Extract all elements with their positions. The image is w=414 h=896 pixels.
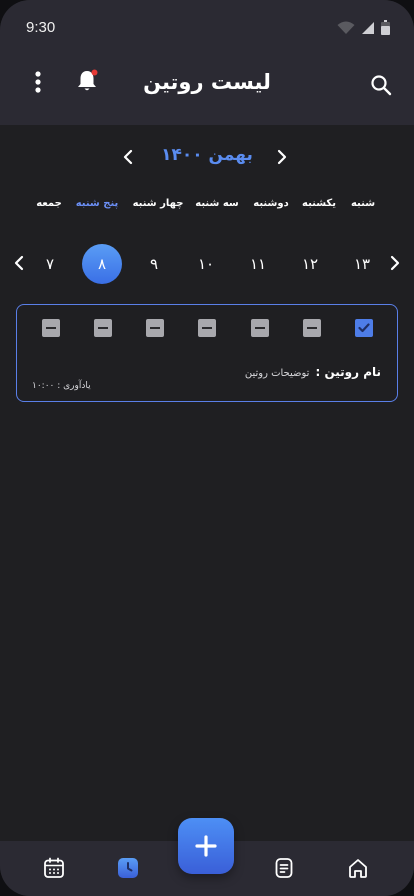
calendar-icon xyxy=(44,857,64,878)
day-cell[interactable]: ۱۲ xyxy=(290,244,330,284)
month-label: بهمن ۱۴۰۰ xyxy=(161,145,253,165)
weekday-label: سه شنبه xyxy=(195,198,239,209)
weekday-label-active: پنج شنبه xyxy=(75,198,119,209)
top-app-bar: 9:30 لیست روتین xyxy=(0,0,414,125)
day-cell-selected[interactable]: ۸ xyxy=(82,244,122,284)
day-checkbox-indeterminate[interactable] xyxy=(198,319,216,337)
status-icons xyxy=(337,20,390,35)
app-screen: 9:30 لیست روتین بهمن ۱۴۰۰ شنبه یکشنبه دو… xyxy=(0,0,414,896)
nav-home-button[interactable] xyxy=(345,855,371,881)
day-cell[interactable]: ۱۱ xyxy=(238,244,278,284)
checkmark-icon xyxy=(358,323,370,333)
day-cell[interactable]: ۱۳ xyxy=(342,244,382,284)
weekday-header: شنبه یکشنبه دوشنبه سه شنبه چهار شنبه پنج… xyxy=(0,198,414,214)
nav-notes-button[interactable] xyxy=(271,855,297,881)
notes-icon xyxy=(275,858,293,878)
weekday-label: یکشنبه xyxy=(302,198,336,209)
day-strip: ۱۳ ۱۲ ۱۱ ۱۰ ۹ ۸ ۷ xyxy=(0,244,414,284)
day-checkbox-indeterminate[interactable] xyxy=(94,319,112,337)
battery-icon xyxy=(381,20,390,35)
routine-description: توضیحات روتین xyxy=(244,368,310,379)
weekday-label: شنبه xyxy=(350,198,376,209)
day-checkbox-indeterminate[interactable] xyxy=(251,319,269,337)
weekday-label: جمعه xyxy=(36,198,62,209)
weekday-label: چهار شنبه xyxy=(132,198,184,209)
next-week-button[interactable] xyxy=(386,250,404,276)
day-checkbox-indeterminate[interactable] xyxy=(146,319,164,337)
clock-icon xyxy=(118,858,138,878)
nav-routines-button-active[interactable] xyxy=(115,855,141,881)
day-checkbox-checked[interactable] xyxy=(355,319,373,337)
home-icon xyxy=(349,859,367,878)
routine-name-label: نام روتین : xyxy=(315,365,381,379)
status-time: 9:30 xyxy=(26,19,56,36)
day-cell[interactable]: ۱۰ xyxy=(186,244,226,284)
add-routine-button[interactable] xyxy=(178,818,234,874)
page-title: لیست روتین xyxy=(143,70,271,94)
day-checkbox-indeterminate[interactable] xyxy=(42,319,60,337)
day-checkbox-indeterminate[interactable] xyxy=(303,319,321,337)
chevron-right-icon xyxy=(390,255,400,271)
month-selector: بهمن ۱۴۰۰ xyxy=(0,142,414,172)
signal-icon xyxy=(362,21,374,34)
nav-calendar-button[interactable] xyxy=(41,855,67,881)
wifi-icon xyxy=(337,21,355,34)
previous-month-button[interactable] xyxy=(272,144,292,170)
search-button[interactable] xyxy=(368,72,394,98)
routine-card[interactable]: نام روتین : توضیحات روتین یادآوری : ۱۰:۰… xyxy=(16,304,398,402)
day-cell[interactable]: ۹ xyxy=(134,244,174,284)
routine-reminder: یادآوری : ۱۰:۰۰ xyxy=(32,381,91,391)
search-icon xyxy=(371,75,392,96)
chevron-right-icon xyxy=(277,149,287,165)
plus-icon xyxy=(195,835,217,857)
routine-info: نام روتین : توضیحات روتین xyxy=(245,365,381,379)
weekday-label: دوشنبه xyxy=(253,198,289,209)
day-cell[interactable]: ۷ xyxy=(30,244,70,284)
